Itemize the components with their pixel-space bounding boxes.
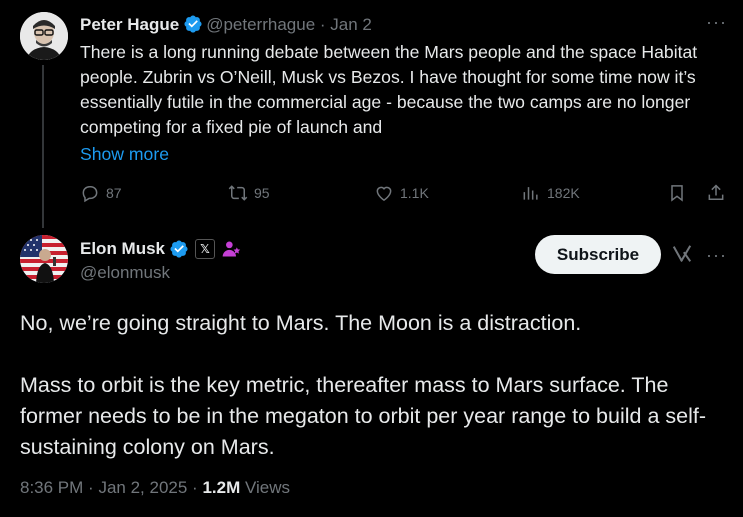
share-button[interactable]	[706, 183, 726, 203]
reply-icon	[82, 186, 98, 203]
verified-badge-icon	[184, 15, 202, 33]
like-count: 1.1K	[400, 185, 429, 201]
author-name[interactable]: Peter Hague	[80, 15, 179, 34]
affiliate-person-icon	[222, 241, 241, 257]
bookmark-icon	[671, 185, 683, 202]
author-handle[interactable]: @peterrhague	[206, 15, 315, 34]
first-tweet-text: There is a long running debate between t…	[80, 42, 698, 137]
show-more-link[interactable]: Show more	[80, 142, 169, 166]
verified-badge-icon	[170, 240, 188, 258]
tweet-paragraph: No, we’re going straight to Mars. The Mo…	[20, 311, 582, 335]
dot-separator: ·	[88, 478, 94, 497]
grok-icon[interactable]	[671, 243, 693, 265]
repost-icon	[228, 185, 248, 201]
views-count: 1.2M	[202, 478, 241, 497]
like-button[interactable]: 1.1K	[374, 183, 429, 203]
views-button[interactable]: 182K	[521, 183, 580, 203]
heart-icon	[376, 186, 392, 201]
second-tweet-header: Elon Musk 𝕏	[80, 237, 241, 261]
second-tweet-text: No, we’re going straight to Mars. The Mo…	[20, 308, 725, 463]
repost-count: 95	[254, 185, 270, 201]
tweet-time[interactable]: 8:36 PM	[20, 478, 83, 497]
second-tweet-more-icon[interactable]: ···	[706, 245, 727, 266]
tweet-date[interactable]: Jan 2	[330, 15, 372, 34]
tweet-paragraph: Mass to orbit is the key metric, thereaf…	[20, 373, 707, 459]
x-affiliate-badge[interactable]: 𝕏	[195, 239, 216, 259]
subscribe-button[interactable]: Subscribe	[535, 235, 661, 274]
elon-musk-avatar[interactable]	[20, 235, 68, 283]
dot-separator: ·	[192, 478, 198, 497]
tweet-metadata: 8:36 PM · Jan 2, 2025 · 1.2M Views	[20, 476, 290, 500]
first-tweet-action-bar: 87 95 1.1K 182K	[0, 183, 743, 205]
analytics-icon	[523, 187, 538, 200]
dot-separator: ·	[319, 15, 326, 34]
author-handle[interactable]: @elonmusk	[80, 261, 170, 285]
reply-count: 87	[106, 185, 122, 201]
first-tweet-header: Peter Hague @peterrhague · Jan 2	[80, 13, 372, 37]
peter-hague-avatar[interactable]	[20, 12, 68, 60]
views-label: Views	[244, 478, 291, 497]
repost-button[interactable]: 95	[228, 183, 270, 203]
first-tweet-more-icon[interactable]: ···	[706, 12, 727, 33]
reply-button[interactable]: 87	[80, 183, 122, 203]
share-icon	[708, 184, 724, 200]
tweet-date[interactable]: Jan 2, 2025	[98, 478, 187, 497]
bookmark-button[interactable]	[667, 183, 687, 203]
views-count: 182K	[547, 185, 580, 201]
author-name[interactable]: Elon Musk	[80, 237, 165, 261]
